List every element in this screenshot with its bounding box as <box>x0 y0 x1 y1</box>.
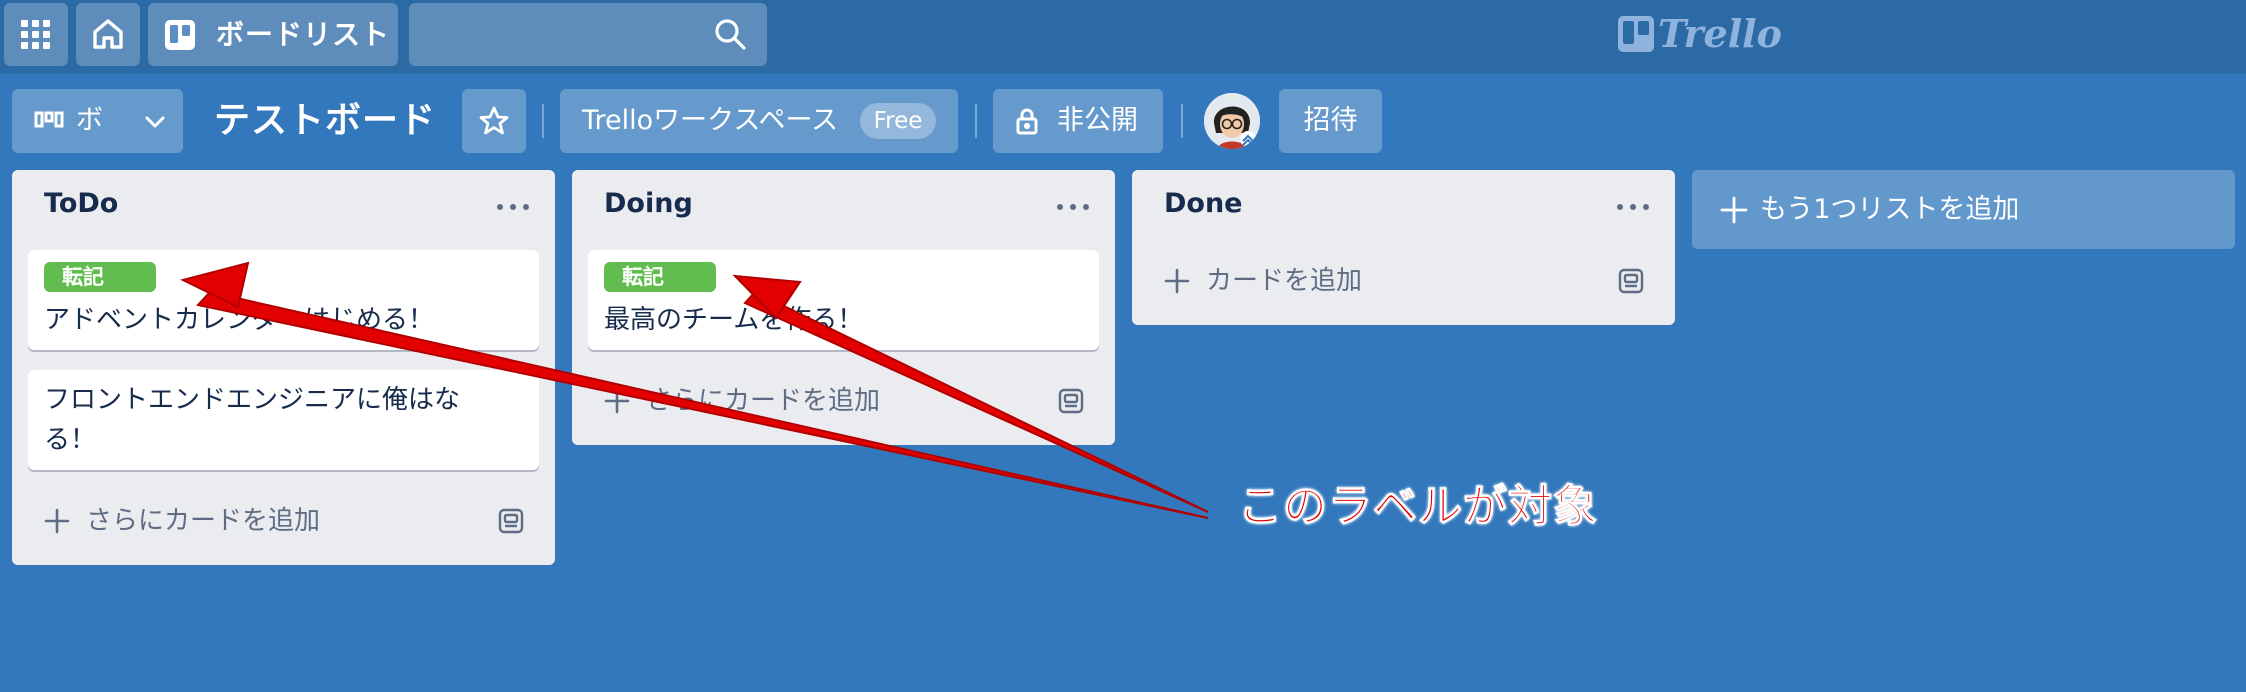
annotation-arrow-doing <box>732 274 1209 513</box>
annotation-arrow-todo <box>180 261 1209 519</box>
annotation-arrows <box>180 261 1209 519</box>
annotation-text: このラベルが対象 <box>1238 481 1598 533</box>
